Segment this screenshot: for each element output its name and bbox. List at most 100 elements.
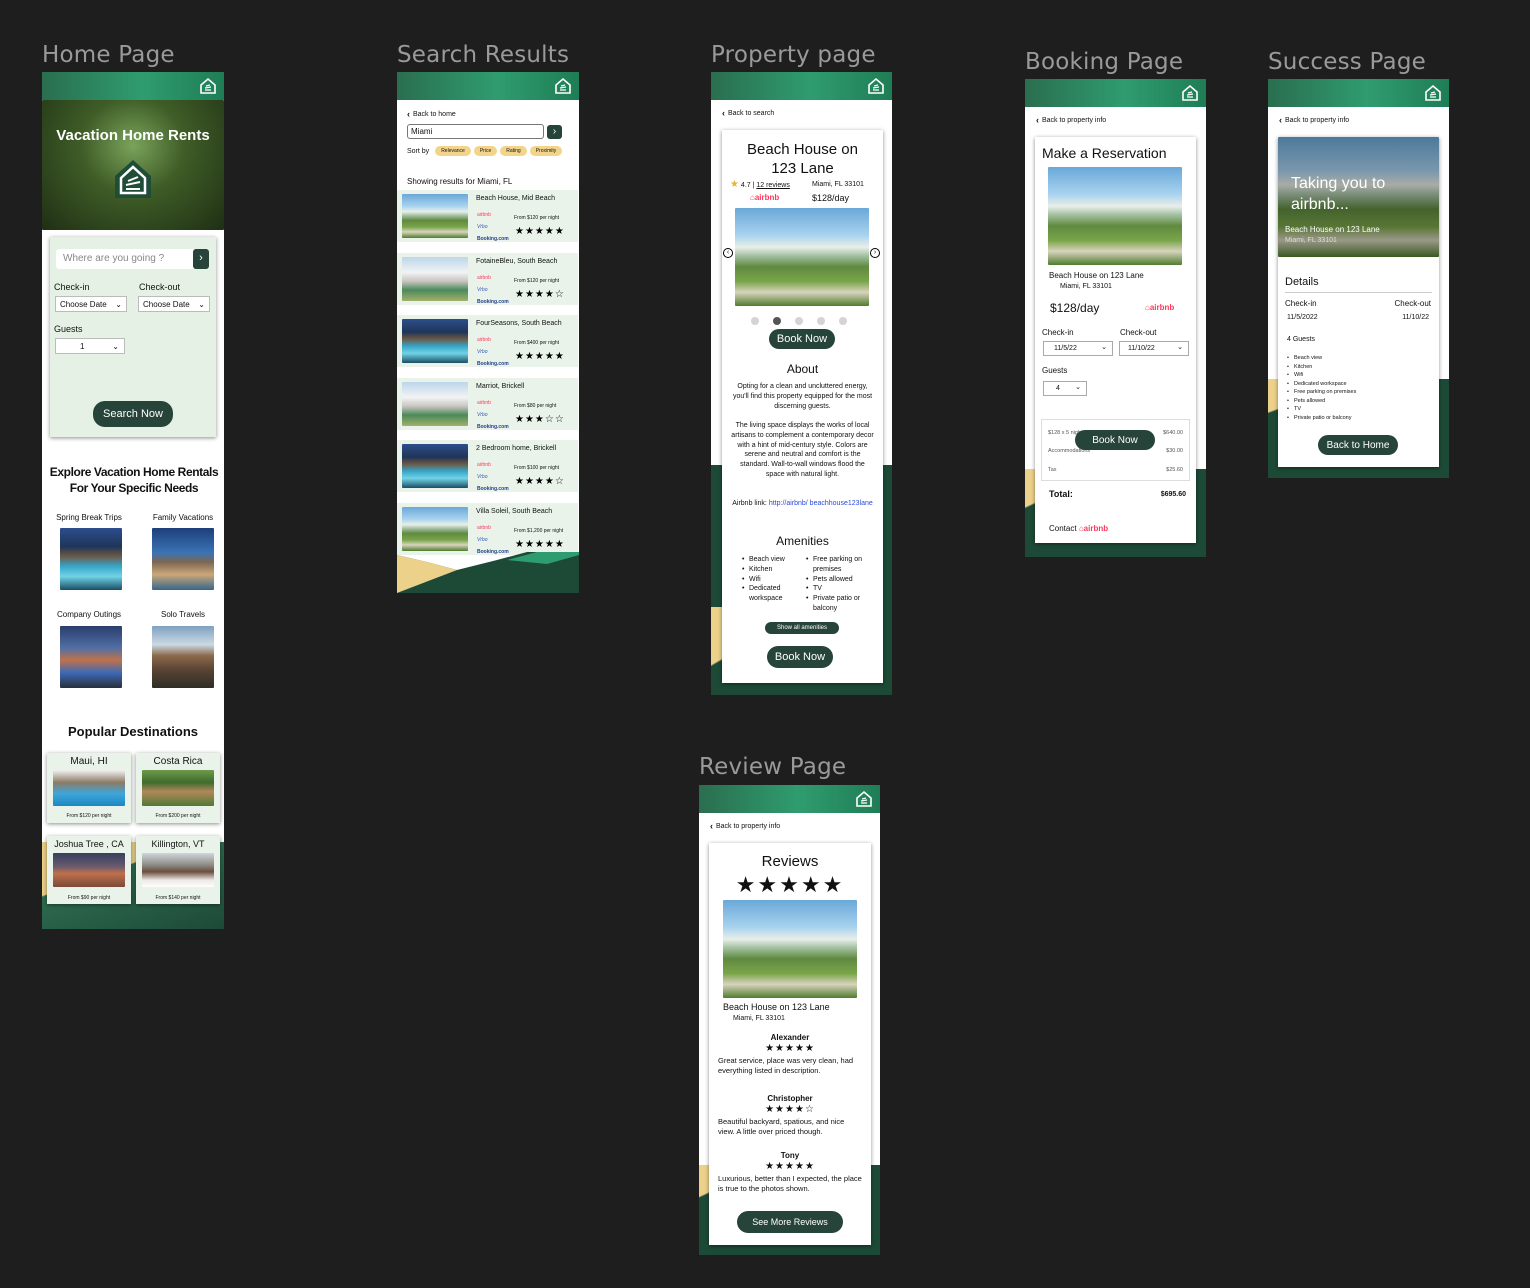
category-image-solo[interactable] [152,626,214,688]
booking-logo: Booking.com [477,486,509,492]
sort-chip-proximity[interactable]: Proximity [529,146,563,156]
destination-card[interactable]: Costa Rica From $200 per night [136,753,220,823]
home-logo-icon[interactable] [198,76,218,96]
reviews-title: Reviews [761,853,819,870]
carousel-dot[interactable] [839,317,847,325]
back-to-property-link[interactable]: ‹ Back to property info [1036,115,1106,125]
checkout-label: Check-out [1120,328,1157,337]
amenity-item: • Wifi [1287,372,1304,378]
result-price: From $400 per night [514,340,560,346]
app-header [1025,79,1206,107]
amenity-item: • Dedicated workspace [742,585,783,603]
checkout-select[interactable]: 11/10/22 ⌄ [1119,341,1189,356]
airbnb-link[interactable]: http://airbnb/ beachhouse123lane [769,500,873,507]
search-page-frame: ‹ Back to home Miami › Sort by Relevance … [397,72,579,593]
guests-select[interactable]: 4 ⌄ [1043,381,1087,396]
provider-list: airbnb Vrbo Booking.com [477,209,509,245]
property-image-carousel[interactable] [735,208,869,306]
reviews-link[interactable]: 12 reviews [756,182,789,189]
carousel-dot[interactable] [751,317,759,325]
total-amount: $695.60 [1160,491,1186,498]
amenity-item: • Beach view [1287,355,1323,361]
back-to-property-link[interactable]: ‹ Back to property info [1279,115,1349,125]
back-to-property-link[interactable]: ‹ Back to property info [710,821,780,831]
book-now-button[interactable]: Book Now [767,646,833,668]
checkout-label: Check-out [1394,299,1431,308]
destination-price: From $90 per night [67,895,111,901]
result-row[interactable]: Beach House, Mid Beach airbnb Vrbo Booking.… [397,190,578,242]
show-all-amenities-button[interactable]: Show all amenities [765,622,839,634]
airbnb-logo: airbnb [477,399,491,406]
guests-value: 4 [1056,385,1060,392]
checkin-select[interactable]: 11/5/22 ⌄ [1043,341,1113,356]
reviews-card: Reviews ★★★★★ Beach House on 123 Lane Mi… [709,843,871,1245]
result-row[interactable]: FotaineBleu, South Beach airbnb Vrbo Bookin… [397,252,578,308]
book-now-button[interactable]: Book Now [769,329,835,349]
search-go-button[interactable]: › [193,249,209,269]
result-row[interactable]: Villa Soleil, South Beach airbnb Vrbo Booki… [397,502,578,555]
result-rating-stars: ★★★★☆ [515,288,565,300]
contact-row[interactable]: Contact ⌂airbnb [1049,524,1108,533]
provider-list: airbnb Vrbo Booking.com [477,272,509,308]
result-image [402,256,468,301]
details-title: Details [1285,276,1319,288]
back-to-home-button[interactable]: Back to Home [1318,435,1398,455]
checkin-value: Choose Date [60,300,107,309]
destination-input[interactable]: Where are you going ? [56,249,196,269]
checkout-select[interactable]: Choose Date ⌄ [138,296,210,312]
booking-logo: Booking.com [477,236,509,242]
category-label: Family Vacations [152,513,214,522]
carousel-dot[interactable] [795,317,803,325]
checkin-label: Check-in [54,282,90,292]
carousel-prev-icon[interactable]: ‹ [723,248,733,258]
category-image-company[interactable] [60,626,122,688]
category-image-family[interactable] [152,528,214,590]
sort-chip-relevance[interactable]: Relevance [435,146,471,156]
carousel-dot-active[interactable] [773,317,781,325]
app-header [42,72,224,100]
result-row[interactable]: 2 Bedroom home, Brickell airbnb Vrbo Bookin… [397,440,578,492]
result-price: From $1,200 per night [514,527,564,534]
booking-logo: Booking.com [477,361,509,367]
result-row[interactable]: Marriot, Brickell airbnb Vrbo Booking.com Fr… [397,377,578,430]
result-row[interactable]: FourSeasons, South Beach airbnb Vrbo Bookin… [397,315,578,367]
result-name: Villa Soleil, South Beach [476,507,553,515]
success-page-frame: ‹ Back to property info Taking you to air… [1268,79,1449,478]
home-logo-icon[interactable] [553,76,573,96]
search-input[interactable]: Miami [407,124,544,139]
destination-card[interactable]: Joshua Tree , CA From $90 per night [47,836,131,904]
back-to-search-link[interactable]: ‹ Back to search [722,108,774,118]
see-more-reviews-button[interactable]: See More Reviews [737,1211,843,1233]
search-now-button[interactable]: Search Now [93,401,173,427]
book-now-button[interactable]: Book Now [1075,430,1155,450]
home-logo-icon[interactable] [866,76,886,96]
checkin-select[interactable]: Choose Date ⌄ [55,296,127,312]
frame-label-search: Search Results [397,42,570,68]
destination-card[interactable]: Maui, HI From $120 per night [47,753,131,823]
chevron-down-icon: ⌄ [198,300,205,309]
carousel-next-icon[interactable]: › [870,248,880,258]
carousel-dot[interactable] [817,317,825,325]
sort-chip-price[interactable]: Price [473,146,498,156]
sort-chip-rating[interactable]: Rating [500,146,527,156]
divider [1285,292,1432,293]
home-logo-icon[interactable] [854,789,874,809]
category-image-spring-break[interactable] [60,528,122,590]
home-logo-icon[interactable] [1180,83,1200,103]
destination-price: From $140 per night [155,895,201,901]
provider-name: airbnb [1083,524,1109,533]
checkout-value: 11/10/22 [1128,345,1155,352]
category-label: Company Outings [56,610,122,619]
home-logo-icon[interactable] [1423,83,1443,103]
home-page-frame: Vacation Home Rents Where are you going … [42,72,224,929]
about-title: About [786,362,819,376]
destination-card[interactable]: Killington, VT From $140 per night [136,836,220,904]
app-header [699,785,880,813]
carousel-dots [744,312,854,330]
line-item-amount: $30.00 [1166,448,1183,454]
search-go-button[interactable]: › [547,125,562,139]
guests-select[interactable]: 1 ⌄ [55,338,125,354]
back-to-home-link[interactable]: ‹ Back to home [407,109,456,119]
back-label: Back to property info [716,822,781,830]
checkin-value: 11/5/22 [1054,345,1077,352]
